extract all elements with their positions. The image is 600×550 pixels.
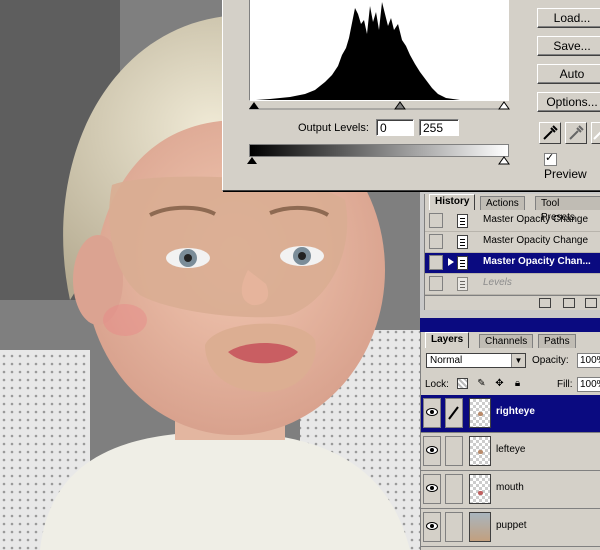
tab-paths[interactable]: Paths xyxy=(538,334,576,348)
trash-icon[interactable] xyxy=(585,298,597,308)
layer-name[interactable]: mouth xyxy=(496,482,524,493)
fill-field[interactable]: 100% xyxy=(577,377,600,392)
history-item[interactable]: Master Opacity Change xyxy=(425,232,600,253)
new-document-from-state-icon[interactable] xyxy=(539,298,551,308)
link-slot[interactable] xyxy=(445,436,463,466)
tab-tool-presets[interactable]: Tool Presets xyxy=(535,196,600,223)
tab-actions[interactable]: Actions xyxy=(480,196,525,210)
history-list: Master Opacity Change Master Opacity Cha… xyxy=(425,211,600,295)
history-item[interactable]: Master Opacity Change xyxy=(425,211,600,232)
palette-title-bar[interactable] xyxy=(420,318,600,332)
layers-tabs: Layers Channels Paths xyxy=(421,332,600,348)
tab-layers[interactable]: Layers xyxy=(425,332,470,348)
history-brush-source-box[interactable] xyxy=(429,276,443,291)
link-slot[interactable] xyxy=(445,512,463,542)
eye-icon[interactable] xyxy=(423,398,441,428)
layer-list: righteye lefteye mouth puppet xyxy=(421,395,600,547)
layer-row[interactable]: lefteye xyxy=(421,433,600,471)
input-black-point[interactable] xyxy=(249,102,259,109)
eyedropper-black-icon[interactable] xyxy=(539,122,561,144)
opacity-field[interactable]: 100% xyxy=(577,353,600,368)
fill-label: Fill: xyxy=(557,379,573,390)
layer-thumbnail[interactable] xyxy=(469,436,491,466)
history-item-label: Master Opacity Chan... xyxy=(483,256,591,267)
layer-thumbnail[interactable] xyxy=(469,512,491,542)
history-brush-source-box[interactable] xyxy=(429,234,443,249)
layer-row-selected[interactable]: righteye xyxy=(421,395,600,433)
output-min-field[interactable]: 0 xyxy=(376,119,414,136)
link-slot[interactable] xyxy=(445,474,463,504)
tab-history[interactable]: History xyxy=(429,194,476,210)
options-button[interactable]: Options... xyxy=(537,92,600,112)
auto-button[interactable]: Auto xyxy=(537,64,600,84)
save-button[interactable]: Save... xyxy=(537,36,600,56)
layer-name[interactable]: righteye xyxy=(496,406,535,417)
output-levels-slider[interactable] xyxy=(247,155,511,165)
output-black-point[interactable] xyxy=(247,157,257,164)
history-state-icon xyxy=(457,214,468,228)
history-footer xyxy=(425,295,600,310)
layer-name[interactable]: lefteye xyxy=(496,444,525,455)
output-levels-label: Output Levels: xyxy=(298,122,369,134)
histogram-graph xyxy=(256,2,460,100)
eye-icon[interactable] xyxy=(423,512,441,542)
blend-mode-value: Normal xyxy=(430,355,463,366)
output-white-point[interactable] xyxy=(498,156,510,165)
layers-palette: Layers Channels Paths Normal ▼ Opacity: … xyxy=(420,332,600,550)
input-levels-slider[interactable] xyxy=(247,100,511,110)
tab-channels[interactable]: Channels xyxy=(479,334,534,348)
layer-name[interactable]: puppet xyxy=(496,520,527,531)
lock-transparency-icon[interactable] xyxy=(457,378,468,389)
levels-dialog: Output Levels: 0 255 Load... Save... Aut… xyxy=(222,0,600,191)
input-gamma-point[interactable] xyxy=(394,101,406,110)
blend-mode-select[interactable]: Normal ▼ xyxy=(426,353,526,368)
history-item-label: Master Opacity Change xyxy=(483,235,589,246)
preview-label: Preview xyxy=(544,167,587,181)
brush-icon xyxy=(445,398,463,428)
eyedropper-gray-icon[interactable] xyxy=(565,122,587,144)
current-state-marker-icon xyxy=(448,258,454,266)
lock-label: Lock: xyxy=(425,379,449,390)
history-state-icon xyxy=(457,256,468,270)
history-item-undone[interactable]: Levels xyxy=(425,274,600,295)
checkbox-check-icon[interactable] xyxy=(544,151,557,166)
layer-row[interactable]: mouth xyxy=(421,471,600,509)
history-brush-source-box[interactable] xyxy=(429,255,443,270)
opacity-label: Opacity: xyxy=(532,355,569,366)
eye-icon[interactable] xyxy=(423,436,441,466)
history-brush-source-box[interactable] xyxy=(429,213,443,228)
layer-row[interactable]: puppet xyxy=(421,509,600,547)
layer-thumbnail[interactable] xyxy=(469,474,491,504)
history-item-label: Master Opacity Change xyxy=(483,214,589,225)
lock-move-icon[interactable]: ✥ xyxy=(494,378,505,389)
output-max-field[interactable]: 255 xyxy=(419,119,459,136)
history-tabs: History Actions Tool Presets xyxy=(425,194,600,223)
preview-checkbox[interactable]: Preview xyxy=(544,151,600,181)
history-state-icon xyxy=(457,277,468,291)
new-snapshot-icon[interactable] xyxy=(563,298,575,308)
eye-icon[interactable] xyxy=(423,474,441,504)
load-button[interactable]: Load... xyxy=(537,8,600,28)
input-white-point[interactable] xyxy=(498,101,510,110)
lock-brush-icon[interactable]: ✎ xyxy=(476,378,487,389)
history-state-icon xyxy=(457,235,468,249)
chevron-down-icon[interactable]: ▼ xyxy=(511,354,525,367)
eyedropper-white-icon[interactable] xyxy=(591,122,600,144)
lock-all-icon[interactable]: 🔒︎ xyxy=(512,378,523,389)
histogram xyxy=(249,0,509,101)
history-item-label: Levels xyxy=(483,277,512,288)
history-palette: History Actions Tool Presets Master Opac… xyxy=(424,194,600,310)
history-item-selected[interactable]: Master Opacity Chan... xyxy=(425,253,600,274)
layer-thumbnail[interactable] xyxy=(469,398,491,428)
